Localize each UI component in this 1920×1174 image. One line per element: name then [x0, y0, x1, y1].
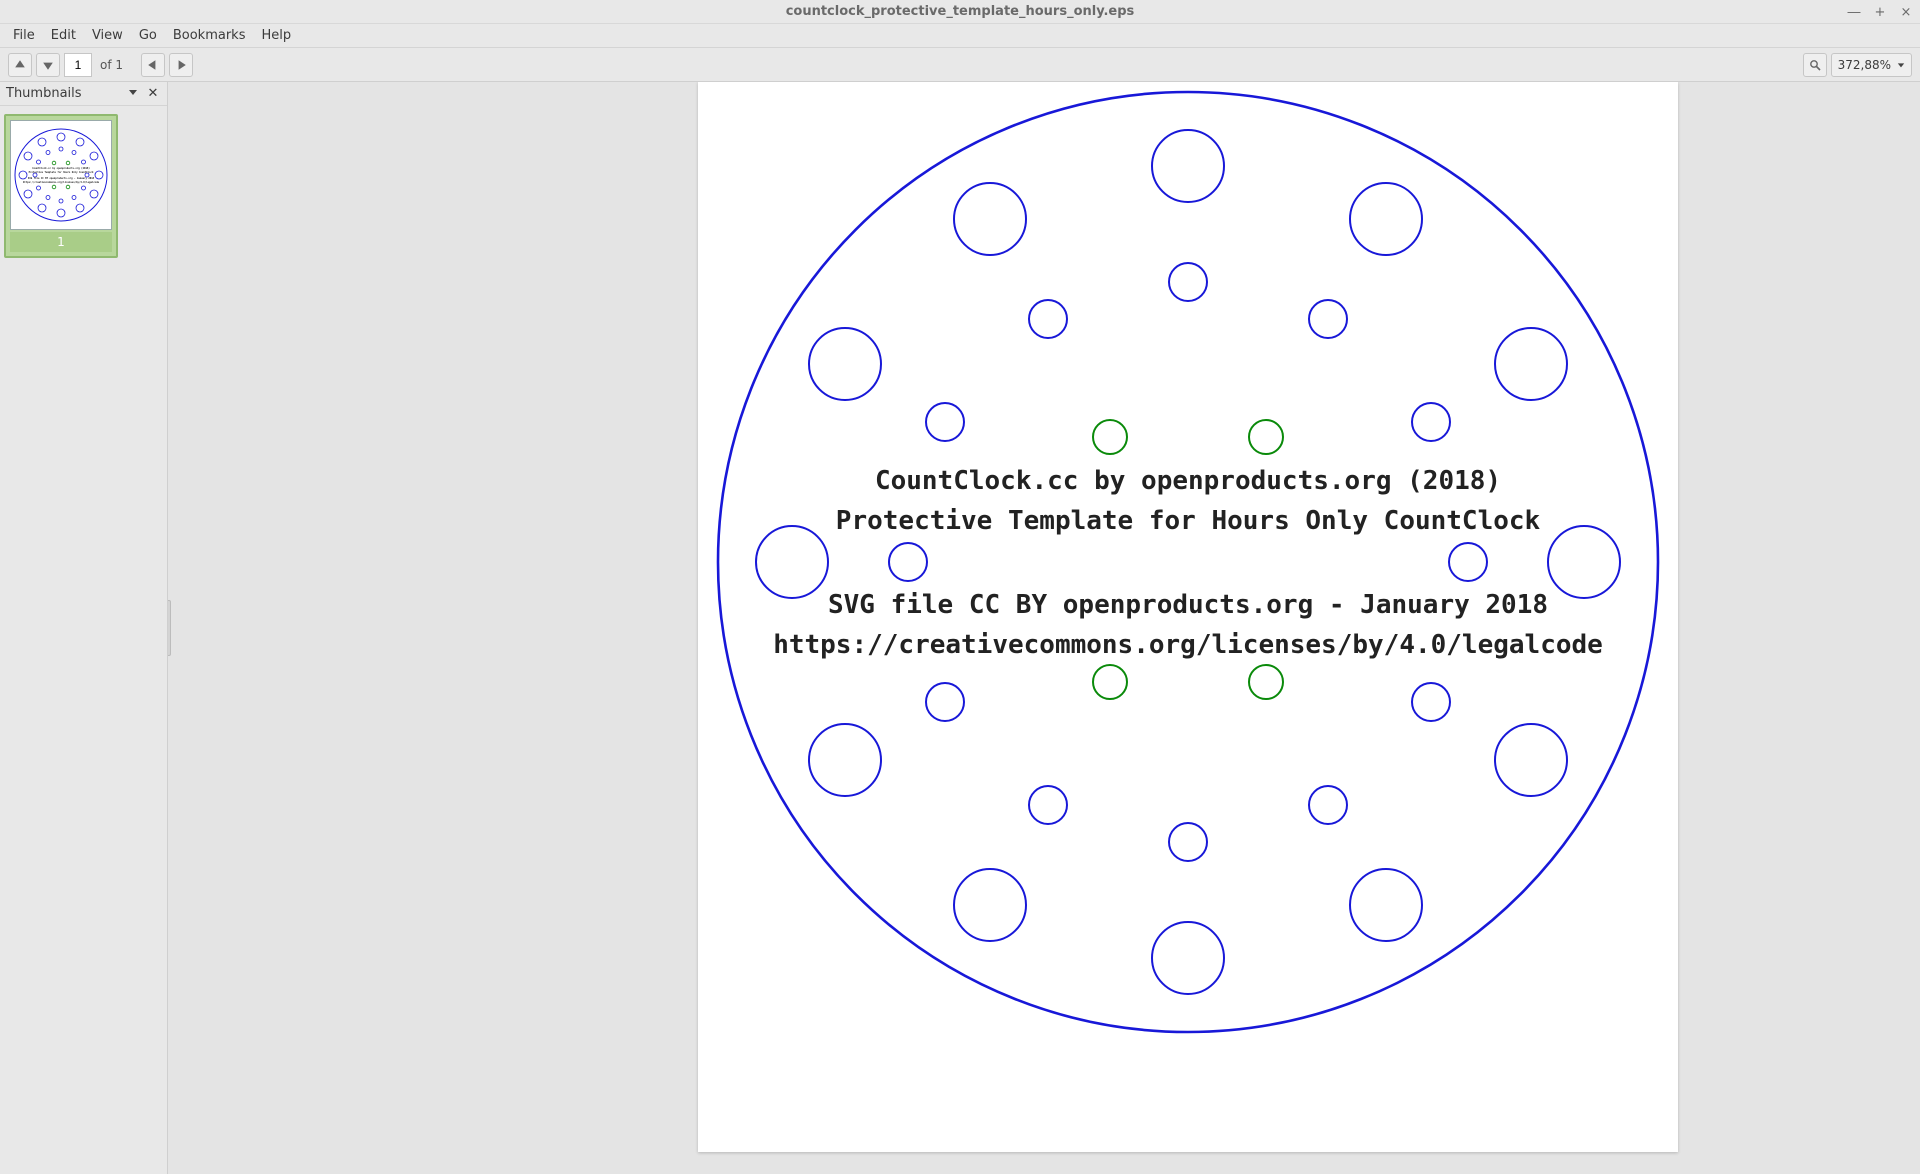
- page-number-input[interactable]: [64, 53, 92, 77]
- maximize-button[interactable]: +: [1872, 5, 1888, 20]
- svg-text:SVG file CC BY openproducts.or: SVG file CC BY openproducts.org - Januar…: [28, 177, 95, 180]
- close-button[interactable]: ×: [1898, 5, 1914, 20]
- svg-text:CountClock.cc by openproducts.: CountClock.cc by openproducts.org (2018): [32, 167, 90, 170]
- document-text-block: CountClock.cc by openproducts.org (2018)…: [773, 466, 1603, 660]
- document-page: CountClock.cc by openproducts.org (2018)…: [698, 82, 1678, 1152]
- outer-hour-circles: [756, 130, 1620, 994]
- arrow-right-icon: [175, 59, 187, 71]
- history-back-button[interactable]: [141, 53, 165, 77]
- thumbnail-list: CountClock.cc by openproducts.org (2018)…: [0, 106, 167, 266]
- sidebar-close[interactable]: ✕: [145, 86, 161, 101]
- history-forward-button[interactable]: [169, 53, 193, 77]
- page-count-label: of 1: [96, 58, 127, 72]
- menu-help[interactable]: Help: [254, 26, 298, 45]
- splitter-handle[interactable]: [168, 600, 171, 656]
- svg-text:Protective Template for Hours: Protective Template for Hours Only Count…: [29, 171, 94, 174]
- sidebar-title: Thumbnails: [6, 86, 121, 101]
- window-buttons: ― + ×: [1846, 0, 1914, 24]
- inner-hour-circles: [889, 263, 1487, 861]
- thumbnail-item[interactable]: CountClock.cc by openproducts.org (2018)…: [4, 114, 118, 258]
- zoom-label: 372,88%: [1838, 58, 1891, 72]
- arrow-left-icon: [147, 59, 159, 71]
- menu-edit[interactable]: Edit: [44, 26, 83, 45]
- doc-text-line3: SVG file CC BY openproducts.org - Januar…: [828, 590, 1548, 620]
- chevron-down-icon: [1897, 61, 1905, 69]
- document-svg: CountClock.cc by openproducts.org (2018)…: [698, 82, 1678, 1152]
- thumbnail-page-number: 1: [10, 232, 112, 252]
- sidebar: Thumbnails ✕: [0, 82, 168, 1174]
- toolbar: of 1 372,88%: [0, 48, 1920, 82]
- zoom-dropdown[interactable]: 372,88%: [1831, 53, 1912, 77]
- app-window: countclock_protective_template_hours_onl…: [0, 0, 1920, 1174]
- arrow-up-icon: [14, 59, 26, 71]
- content-area: Thumbnails ✕: [0, 82, 1920, 1174]
- thumbnail-svg: CountClock.cc by openproducts.org (2018)…: [11, 125, 111, 225]
- menu-view[interactable]: View: [85, 26, 130, 45]
- document-viewer[interactable]: CountClock.cc by openproducts.org (2018)…: [168, 82, 1920, 1174]
- sidebar-header: Thumbnails ✕: [0, 82, 167, 106]
- window-title: countclock_protective_template_hours_onl…: [786, 4, 1135, 19]
- outer-circle: [718, 92, 1658, 1032]
- svg-text:https://creativecommons.org/li: https://creativecommons.org/licenses/by/…: [23, 181, 100, 184]
- sidebar-dropdown[interactable]: [125, 86, 141, 101]
- doc-text-line2: Protective Template for Hours Only Count…: [836, 506, 1541, 536]
- titlebar: countclock_protective_template_hours_onl…: [0, 0, 1920, 24]
- menu-go[interactable]: Go: [132, 26, 164, 45]
- search-button[interactable]: [1803, 53, 1827, 77]
- doc-text-line4: https://creativecommons.org/licenses/by/…: [773, 630, 1603, 660]
- page-up-button[interactable]: [8, 53, 32, 77]
- menubar: File Edit View Go Bookmarks Help: [0, 24, 1920, 48]
- minimize-button[interactable]: ―: [1846, 5, 1862, 20]
- toolbar-left: of 1: [8, 53, 193, 77]
- chevron-down-icon: [128, 87, 138, 97]
- thumbnail-preview: CountClock.cc by openproducts.org (2018)…: [10, 120, 112, 230]
- menu-file[interactable]: File: [6, 26, 42, 45]
- toolbar-right: 372,88%: [1803, 53, 1912, 77]
- arrow-down-icon: [42, 59, 54, 71]
- search-icon: [1809, 59, 1821, 71]
- doc-text-line1: CountClock.cc by openproducts.org (2018): [875, 466, 1501, 496]
- menu-bookmarks[interactable]: Bookmarks: [166, 26, 253, 45]
- page-down-button[interactable]: [36, 53, 60, 77]
